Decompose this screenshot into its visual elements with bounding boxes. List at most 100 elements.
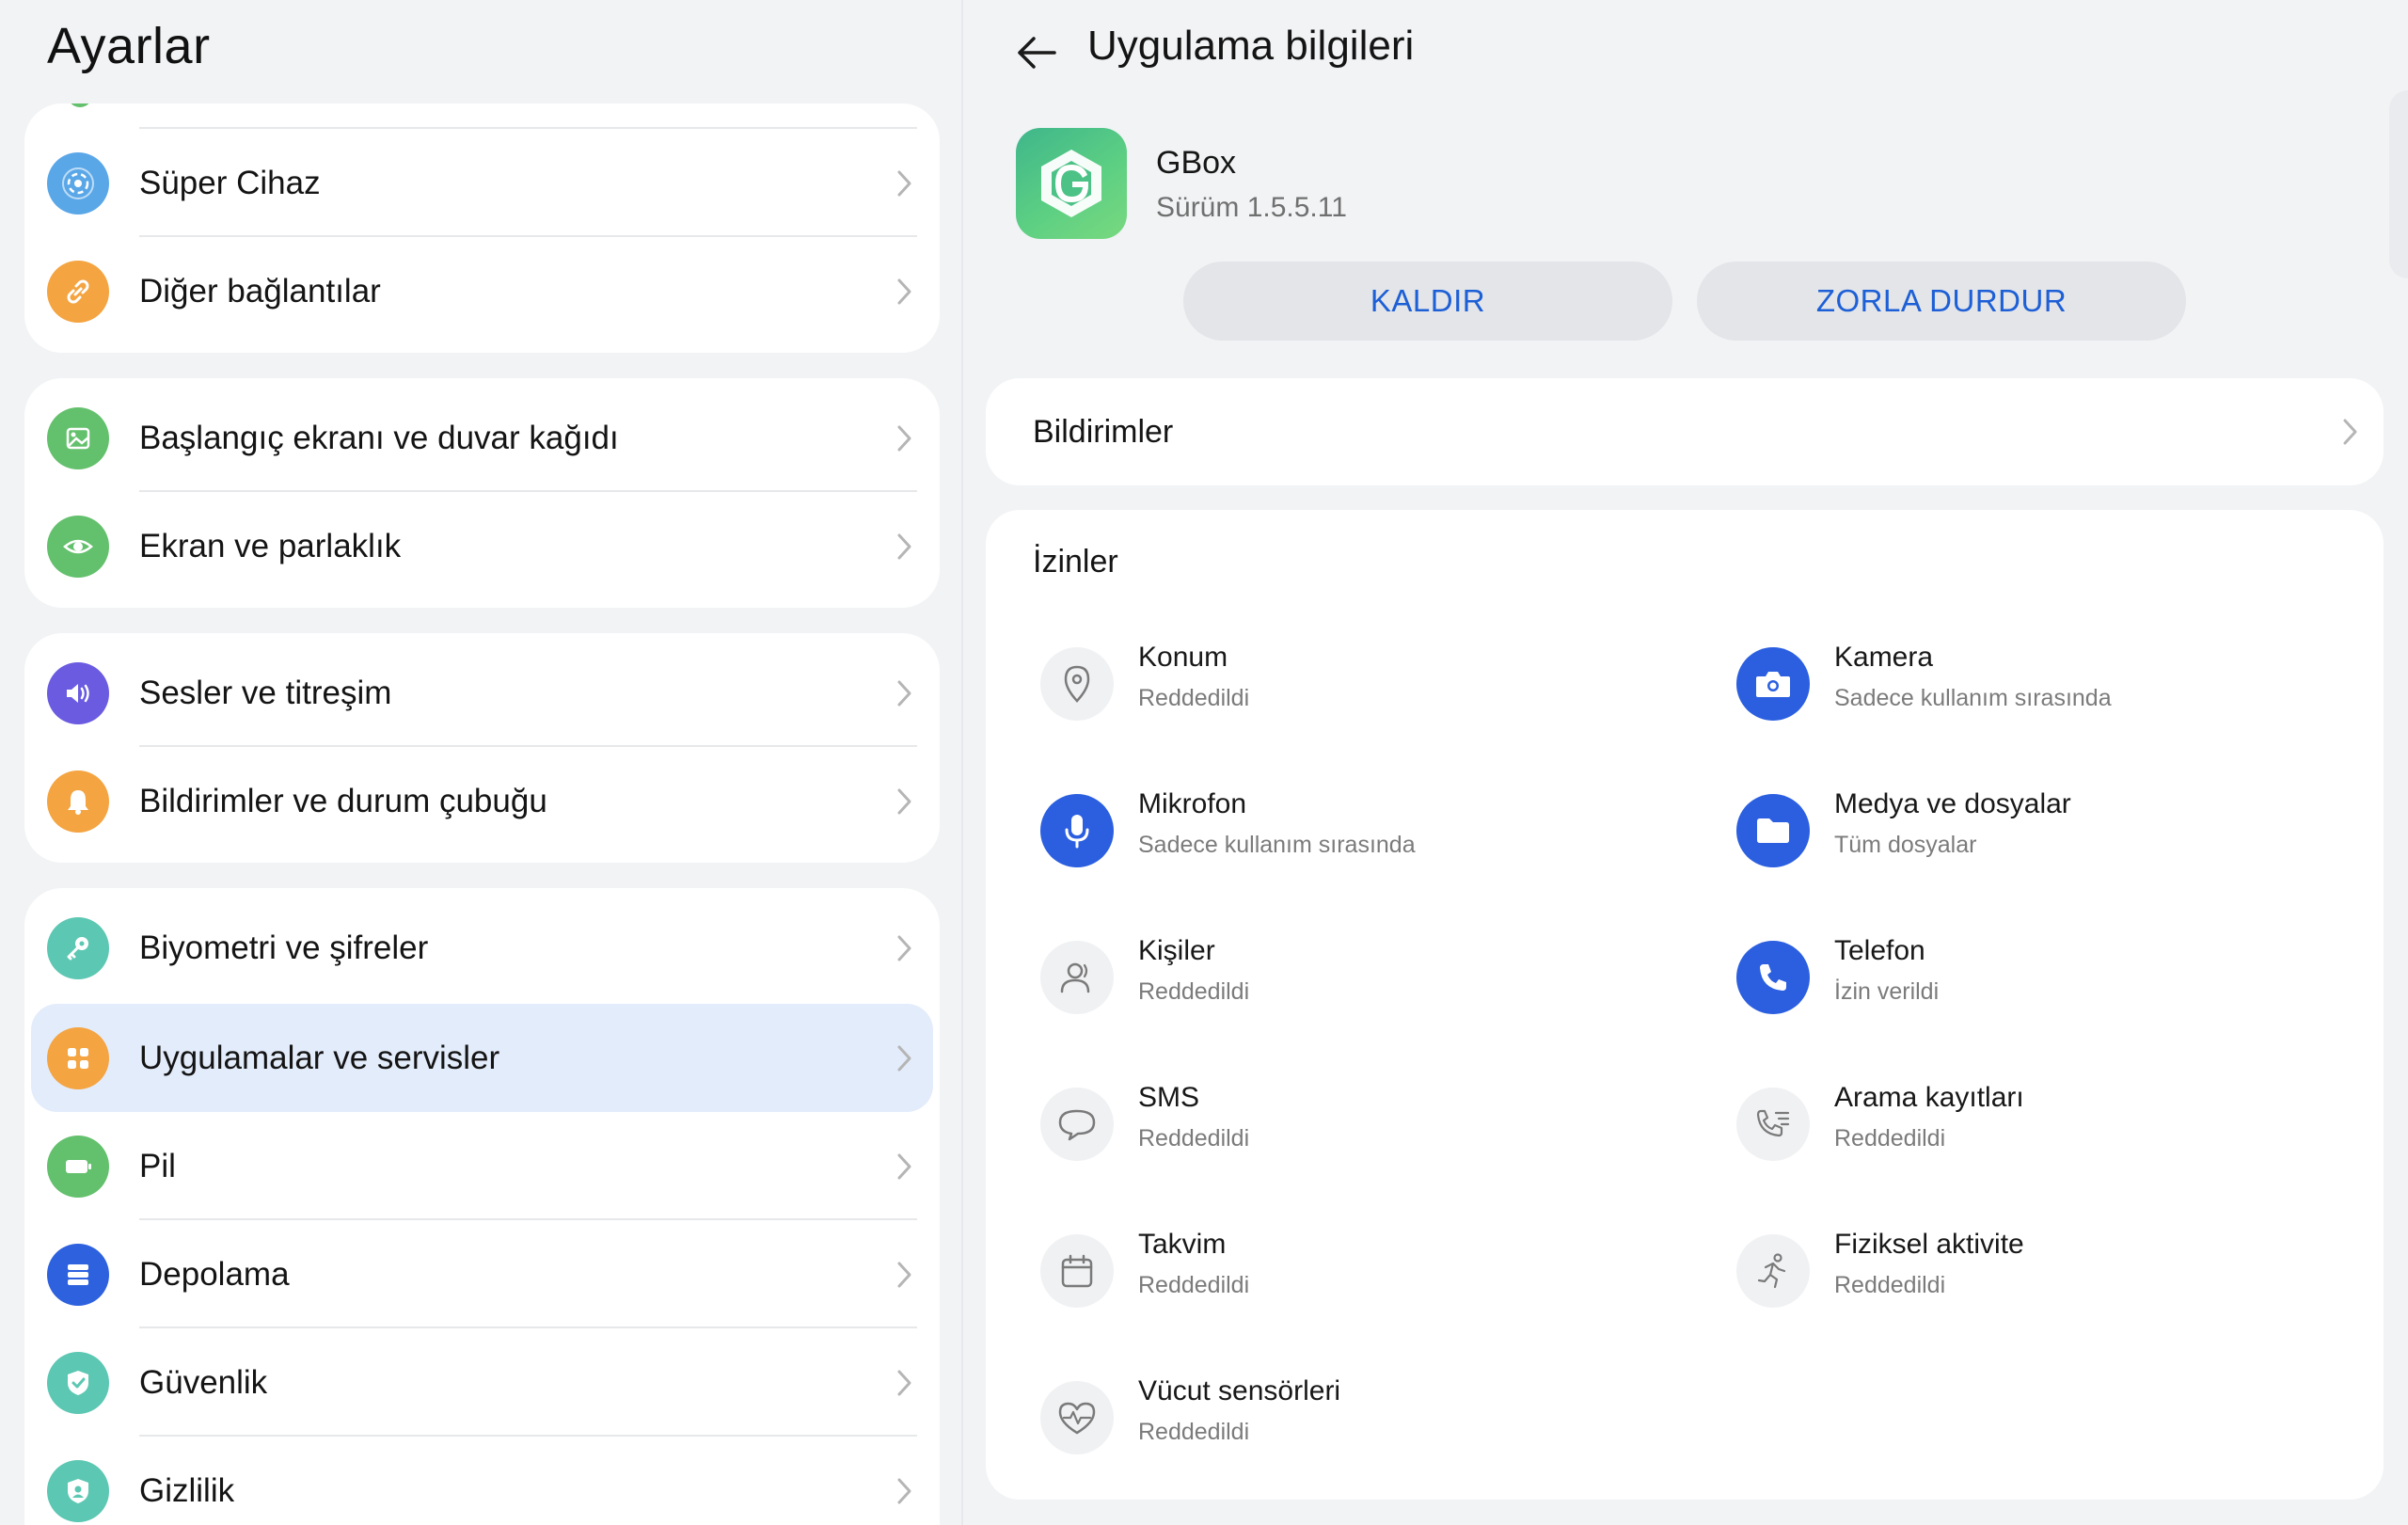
chevron-right-icon	[897, 170, 911, 196]
eye-icon	[47, 515, 109, 578]
chevron-right-icon	[897, 1478, 911, 1503]
permission-contacts[interactable]: Kişiler Reddedildi	[1040, 926, 1699, 1029]
permission-location[interactable]: Konum Reddedildi	[1040, 632, 1699, 736]
location-pin-icon	[1040, 647, 1114, 721]
settings-window: Ayarlar Süper Cihaz Diğer bağlantılar Ba…	[0, 0, 2408, 1525]
settings-group-system: Biyometri ve şifreler Uygulamalar ve ser…	[24, 888, 940, 1525]
privacy-shield-icon	[47, 1459, 109, 1522]
key-icon	[47, 916, 109, 979]
chevron-right-icon	[2343, 419, 2357, 445]
permission-status: Reddedildi	[1834, 1125, 1946, 1152]
gbox-app-icon	[1016, 128, 1127, 239]
app-version: Sürüm 1.5.5.11	[1156, 192, 1347, 223]
sidebar-item-label: Sesler ve titreşim	[139, 674, 392, 711]
permission-phone[interactable]: Telefon İzin verildi	[1736, 926, 2395, 1029]
back-button[interactable]	[1008, 24, 1065, 81]
permission-name: Kişiler	[1138, 935, 1215, 966]
chevron-right-icon	[897, 1153, 911, 1179]
permission-media-files[interactable]: Medya ve dosyalar Tüm dosyalar	[1736, 779, 2395, 882]
chevron-right-icon	[897, 788, 911, 814]
page-title: Uygulama bilgileri	[1087, 23, 1415, 69]
phone-icon	[1736, 941, 1810, 1014]
force-stop-button[interactable]: ZORLA DURDUR	[1697, 262, 2186, 341]
call-log-icon	[1736, 1088, 1810, 1161]
apps-icon	[47, 1026, 109, 1089]
sidebar-item-display-brightness[interactable]: Ekran ve parlaklık	[24, 492, 940, 600]
permission-name: Fiziksel aktivite	[1834, 1229, 2024, 1260]
permission-status: İzin verildi	[1834, 978, 1940, 1005]
permission-name: Arama kayıtları	[1834, 1082, 2024, 1113]
chevron-right-icon	[897, 425, 911, 451]
permissions-title: İzinler	[1033, 544, 1118, 580]
permission-name: Medya ve dosyalar	[1834, 788, 2071, 819]
permission-status: Sadece kullanım sırasında	[1138, 832, 1416, 858]
permission-name: Mikrofon	[1138, 788, 1247, 819]
sidebar-item-storage[interactable]: Depolama	[24, 1220, 940, 1328]
chevron-right-icon	[897, 1045, 911, 1071]
sidebar-item-super-device[interactable]: Süper Cihaz	[24, 129, 940, 237]
sidebar-item-label: Uygulamalar ve servisler	[139, 1039, 500, 1076]
permission-sms[interactable]: SMS Reddedildi	[1040, 1072, 1699, 1176]
app-name: GBox	[1156, 145, 1237, 181]
permission-calendar[interactable]: Takvim Reddedildi	[1040, 1219, 1699, 1323]
storage-icon	[47, 1243, 109, 1306]
running-icon	[1736, 1234, 1810, 1308]
heart-rate-icon	[1040, 1381, 1114, 1454]
notifications-row[interactable]: Bildirimler	[986, 378, 2384, 485]
permission-status: Tüm dosyalar	[1834, 832, 1977, 858]
wallpaper-icon	[47, 406, 109, 469]
sidebar-item-label: Süper Cihaz	[139, 164, 321, 201]
sidebar-item-sounds-vibration[interactable]: Sesler ve titreşim	[24, 639, 940, 747]
permission-status: Reddedildi	[1834, 1272, 1946, 1298]
permission-call-logs[interactable]: Arama kayıtları Reddedildi	[1736, 1072, 2395, 1176]
permission-name: Kamera	[1834, 642, 1934, 673]
permission-status: Reddedildi	[1138, 1419, 1250, 1445]
edge-handle[interactable]	[2389, 90, 2408, 278]
sidebar-item-label: Pil	[139, 1147, 176, 1184]
permission-microphone[interactable]: Mikrofon Sadece kullanım sırasında	[1040, 779, 1699, 882]
uninstall-button[interactable]: KALDIR	[1183, 262, 1672, 341]
sms-bubble-icon	[1040, 1088, 1114, 1161]
battery-icon	[47, 1135, 109, 1198]
camera-icon	[1736, 647, 1810, 721]
link-icon	[47, 260, 109, 323]
sidebar-item-privacy[interactable]: Gizlilik	[24, 1437, 940, 1525]
permission-status: Reddedildi	[1138, 1125, 1250, 1152]
settings-group-connectivity: Süper Cihaz Diğer bağlantılar	[24, 103, 940, 353]
sidebar-item-apps-services[interactable]: Uygulamalar ve servisler	[31, 1004, 933, 1112]
permission-camera[interactable]: Kamera Sadece kullanım sırasında	[1736, 632, 2395, 736]
shield-check-icon	[47, 1351, 109, 1414]
sidebar-item-security[interactable]: Güvenlik	[24, 1328, 940, 1437]
sidebar-item-label: Gizlilik	[139, 1471, 235, 1509]
settings-sidebar[interactable]: Ayarlar Süper Cihaz Diğer bağlantılar Ba…	[0, 0, 961, 1525]
sidebar-item-other-connections[interactable]: Diğer bağlantılar	[24, 237, 940, 345]
permission-name: Vücut sensörleri	[1138, 1375, 1341, 1406]
permission-name: Konum	[1138, 642, 1228, 673]
notifications-label: Bildirimler	[1033, 413, 1174, 450]
permission-physical-activity[interactable]: Fiziksel aktivite Reddedildi	[1736, 1219, 2395, 1323]
sidebar-item-label: Depolama	[139, 1255, 290, 1293]
page-title: Ayarlar	[47, 18, 211, 74]
permission-name: Telefon	[1834, 935, 1925, 966]
permission-status: Reddedildi	[1138, 685, 1250, 711]
settings-group-sound-notifications: Sesler ve titreşim Bildirimler ve durum …	[24, 633, 940, 863]
settings-group-display: Başlangıç ekranı ve duvar kağıdı Ekran v…	[24, 378, 940, 608]
sidebar-item-label: Başlangıç ekranı ve duvar kağıdı	[139, 419, 619, 456]
sidebar-item-notifications-statusbar[interactable]: Bildirimler ve durum çubuğu	[24, 747, 940, 855]
bell-icon	[47, 770, 109, 833]
chevron-right-icon	[897, 278, 911, 304]
sidebar-item-label: Diğer bağlantılar	[139, 272, 381, 310]
sidebar-item-battery[interactable]: Pil	[24, 1112, 940, 1220]
sidebar-item-home-wallpaper[interactable]: Başlangıç ekranı ve duvar kağıdı	[24, 384, 940, 492]
permission-body-sensors[interactable]: Vücut sensörleri Reddedildi	[1040, 1366, 1699, 1469]
sidebar-item-biometrics-passwords[interactable]: Biyometri ve şifreler	[24, 894, 940, 1002]
calendar-icon	[1040, 1234, 1114, 1308]
permission-status: Sadece kullanım sırasında	[1834, 685, 2112, 711]
sidebar-item-label: Bildirimler ve durum çubuğu	[139, 782, 547, 819]
microphone-icon	[1040, 794, 1114, 867]
sidebar-item-label: Güvenlik	[139, 1363, 268, 1401]
app-info-pane: Uygulama bilgileri GBox Sürüm 1.5.5.11 K…	[963, 0, 2408, 1525]
permission-name: Takvim	[1138, 1229, 1227, 1260]
chevron-right-icon	[897, 533, 911, 559]
sidebar-item-label: Ekran ve parlaklık	[139, 527, 402, 564]
